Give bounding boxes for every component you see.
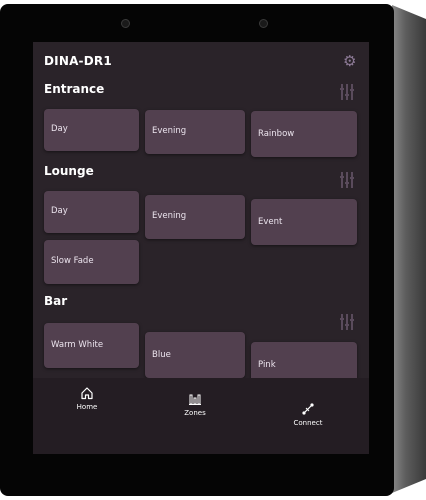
scene-label: Evening xyxy=(152,126,187,136)
camera-left xyxy=(121,19,130,28)
scene-tile-entrance-day[interactable]: Day xyxy=(44,109,139,151)
scene-label: Day xyxy=(51,124,68,134)
scene-tile-bar-blue[interactable]: Blue xyxy=(145,332,245,378)
nav-label-home: Home xyxy=(76,403,98,411)
zone-title-lounge: Lounge xyxy=(44,164,94,178)
nav-connect[interactable]: Connect xyxy=(289,402,327,427)
device-side-edge xyxy=(392,5,426,493)
scene-label: Event xyxy=(258,217,283,227)
connect-icon xyxy=(302,403,314,415)
camera-right xyxy=(259,19,268,28)
scene-tile-lounge-evening[interactable]: Evening xyxy=(145,195,245,239)
scene-tile-bar-warm-white[interactable]: Warm White xyxy=(44,323,139,368)
bottom-nav: Home Zones Connect xyxy=(33,378,369,454)
scene-label: Rainbow xyxy=(258,129,295,139)
sliders-icon[interactable] xyxy=(340,314,354,330)
nav-label-zones: Zones xyxy=(184,409,206,417)
zone-title-entrance: Entrance xyxy=(44,82,105,96)
scene-tile-entrance-evening[interactable]: Evening xyxy=(145,110,245,154)
home-icon xyxy=(81,387,93,400)
zone-title-bar: Bar xyxy=(44,294,68,308)
sliders-icon[interactable] xyxy=(340,172,354,188)
scene-label: Evening xyxy=(152,211,187,221)
scene-tile-lounge-day[interactable]: Day xyxy=(44,191,139,233)
nav-home[interactable]: Home xyxy=(71,386,103,411)
touch-screen: DINA-DR1 ⚙ Entrance Day Evening Rainbow … xyxy=(33,42,369,454)
nav-zones[interactable]: Zones xyxy=(179,392,211,417)
scene-label: Day xyxy=(51,206,68,216)
scene-tile-lounge-slow-fade[interactable]: Slow Fade xyxy=(44,240,139,284)
scene-label: Pink xyxy=(258,360,276,370)
scene-tile-lounge-event[interactable]: Event xyxy=(251,199,357,245)
gear-icon[interactable]: ⚙ xyxy=(343,54,356,69)
scene-label: Slow Fade xyxy=(51,256,94,266)
scene-label: Warm White xyxy=(51,340,104,350)
scene-tile-entrance-rainbow[interactable]: Rainbow xyxy=(251,111,357,157)
device-title: DINA-DR1 xyxy=(44,54,112,68)
sliders-icon[interactable] xyxy=(340,84,354,100)
nav-label-connect: Connect xyxy=(293,419,323,427)
zones-icon xyxy=(189,394,201,405)
scene-label: Blue xyxy=(152,350,171,360)
